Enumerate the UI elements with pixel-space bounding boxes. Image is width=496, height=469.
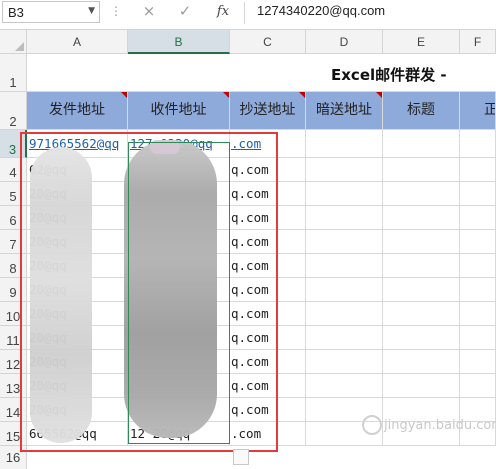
cell-d12[interactable] (306, 350, 383, 374)
cell-d13[interactable] (306, 374, 383, 398)
cell-f6[interactable] (460, 206, 496, 230)
header-label: 暗送地址 (316, 102, 372, 118)
column-header-b[interactable]: B (128, 30, 230, 54)
cell-d4[interactable] (306, 158, 383, 182)
header-label: 收件地址 (150, 102, 207, 118)
formula-input[interactable]: 1274340220@qq.com (257, 3, 385, 18)
quick-analysis-icon[interactable] (233, 449, 249, 465)
more-options-icon[interactable]: ⋮ (110, 4, 122, 18)
cell-f10[interactable] (460, 302, 496, 326)
cell-f7[interactable] (460, 230, 496, 254)
chevron-down-icon[interactable]: ▼ (88, 6, 95, 16)
header-bcc-address[interactable]: 暗送地址 (306, 92, 383, 130)
header-label: 抄送地址 (239, 102, 296, 118)
cell-e4[interactable] (383, 158, 460, 182)
cell-e7[interactable] (383, 230, 460, 254)
column-header-a[interactable]: A (27, 30, 128, 54)
enter-icon[interactable]: ✓ (174, 2, 196, 20)
comment-indicator-icon (376, 92, 382, 98)
sheet-title: Excel邮件群发 - (331, 66, 447, 84)
cell-f13[interactable] (460, 374, 496, 398)
name-box[interactable]: B3 ▼ (2, 1, 100, 23)
cell-d10[interactable] (306, 302, 383, 326)
column-header-d[interactable]: D (306, 30, 383, 54)
cell-d8[interactable] (306, 254, 383, 278)
comment-indicator-icon (121, 92, 127, 98)
annotation-highlight-box (20, 132, 278, 452)
cell-e8[interactable] (383, 254, 460, 278)
baidu-paw-icon (362, 415, 382, 435)
formula-bar: B3 ▼ ⋮ × ✓ fx 1274340220@qq.com (0, 0, 496, 30)
header-from-address[interactable]: 发件地址 (27, 92, 128, 130)
cell-f4[interactable] (460, 158, 496, 182)
cell-e10[interactable] (383, 302, 460, 326)
cell-f12[interactable] (460, 350, 496, 374)
cell-f9[interactable] (460, 278, 496, 302)
cell-d7[interactable] (306, 230, 383, 254)
cell-e5[interactable] (383, 182, 460, 206)
column-header-f[interactable]: F (460, 30, 496, 54)
cell-e6[interactable] (383, 206, 460, 230)
header-label: 标题 (407, 102, 435, 118)
header-label: 正 (484, 102, 495, 118)
cell-e3[interactable] (383, 130, 460, 158)
cell-d6[interactable] (306, 206, 383, 230)
header-cc-address[interactable]: 抄送地址 (230, 92, 306, 130)
header-subject[interactable]: 标题 (383, 92, 460, 130)
cell-f5[interactable] (460, 182, 496, 206)
select-all-corner[interactable] (0, 30, 27, 54)
cell-e13[interactable] (383, 374, 460, 398)
header-label: 发件地址 (49, 102, 105, 118)
column-header-e[interactable]: E (383, 30, 460, 54)
title-row[interactable]: Excel邮件群发 - (27, 54, 496, 92)
cell-d5[interactable] (306, 182, 383, 206)
cancel-icon[interactable]: × (138, 2, 160, 20)
cell-f3[interactable] (460, 130, 496, 158)
cell-e12[interactable] (383, 350, 460, 374)
row-header-2[interactable]: 2 (0, 92, 27, 130)
name-box-value: B3 (8, 5, 24, 20)
cell-d3[interactable] (306, 130, 383, 158)
column-header-c[interactable]: C (230, 30, 306, 54)
comment-indicator-icon (223, 92, 229, 98)
header-to-address[interactable]: 收件地址 (128, 92, 230, 130)
cell-d9[interactable] (306, 278, 383, 302)
formula-divider (244, 2, 245, 24)
cell-f8[interactable] (460, 254, 496, 278)
watermark: jingyan.baidu.com (384, 418, 496, 433)
row-header-1[interactable]: 1 (0, 54, 27, 92)
cell-d11[interactable] (306, 326, 383, 350)
header-body[interactable]: 正 (460, 92, 496, 130)
cell-f11[interactable] (460, 326, 496, 350)
comment-indicator-icon (299, 92, 305, 98)
insert-function-icon[interactable]: fx (212, 4, 234, 19)
cell-e9[interactable] (383, 278, 460, 302)
cell-e11[interactable] (383, 326, 460, 350)
